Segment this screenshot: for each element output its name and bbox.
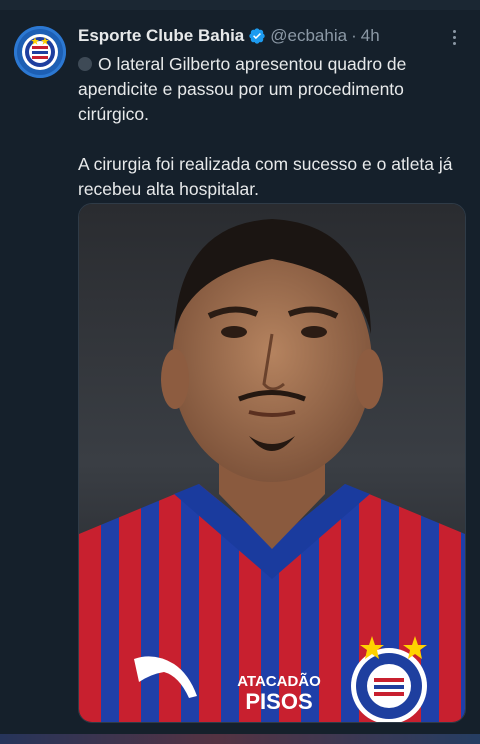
sponsor-line-2: PISOS bbox=[245, 689, 312, 714]
sponsor-line-1: ATACADÃO bbox=[237, 672, 321, 690]
separator-dot: · bbox=[351, 26, 357, 45]
tweet-card[interactable]: Esporte Clube Bahia @ecbahia · 4h O late… bbox=[0, 10, 480, 734]
tweet-paragraph-1: O lateral Gilberto apresentou quadro de … bbox=[78, 54, 407, 124]
timestamp[interactable]: 4h bbox=[361, 26, 380, 46]
tweet-text: O lateral Gilberto apresentou quadro de … bbox=[78, 52, 458, 202]
status-bar-strip bbox=[0, 0, 480, 10]
more-options-icon[interactable] bbox=[446, 26, 462, 48]
tweet-header: Esporte Clube Bahia @ecbahia · 4h bbox=[78, 24, 380, 48]
author-handle[interactable]: @ecbahia bbox=[270, 26, 347, 46]
tweet-photo[interactable]: ATACADÃO PISOS bbox=[78, 203, 466, 723]
speech-bubble-icon bbox=[78, 57, 92, 71]
author-name[interactable]: Esporte Clube Bahia bbox=[78, 26, 244, 46]
club-crest-icon bbox=[22, 34, 58, 70]
tweet-paragraph-2: A cirurgia foi realizada com sucesso e o… bbox=[78, 154, 453, 199]
avatar[interactable] bbox=[14, 26, 66, 78]
bottom-nav-strip bbox=[0, 734, 480, 744]
verified-badge-icon bbox=[248, 27, 266, 45]
